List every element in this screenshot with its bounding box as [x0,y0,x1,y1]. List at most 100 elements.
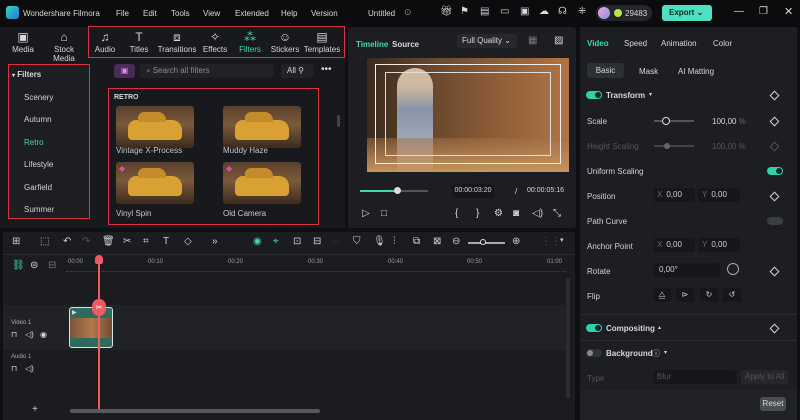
video-clip[interactable]: ▶ [69,307,113,348]
tab-speed[interactable]: Speed [624,39,647,48]
group-icon[interactable]: ⊜ [30,260,38,271]
volume-icon[interactable]: ◁) [532,208,543,219]
apps-icon[interactable]: ⁜ [578,6,586,17]
add-marker-icon[interactable]: ⊡ [293,236,301,247]
tab-stickers[interactable]: ☺ Stickers [270,30,300,54]
minimize-icon[interactable]: — [734,6,744,17]
tab-titles[interactable]: T Titles [126,30,152,54]
more-icon[interactable]: ••• [321,64,332,75]
scale-value[interactable]: 100,00 % [712,117,746,126]
uniform-scaling-toggle[interactable] [767,167,783,175]
tab-audio[interactable]: ♫ Audio [92,30,118,54]
vertical-scrollbar[interactable] [566,278,570,398]
mute-icon[interactable]: ◁) [25,364,34,373]
tab-templates[interactable]: ▤ Templates [303,30,341,54]
menu-edit[interactable]: Edit [143,9,157,18]
undo-icon[interactable]: ↶ [63,236,71,247]
mute-icon[interactable]: ◁) [25,330,34,339]
crop-icon[interactable]: ⌗ [143,236,149,247]
shape-icon[interactable]: ◇ [184,236,192,247]
menu-file[interactable]: File [116,9,129,18]
subtab-mask[interactable]: Mask [639,67,658,76]
snapshot-view-icon[interactable]: ▨ [554,35,563,46]
menu-view[interactable]: View [203,9,220,18]
tab-source[interactable]: Source [392,40,419,49]
transform-toggle[interactable] [586,91,602,99]
megaphone-icon[interactable]: ⚑ [460,6,469,17]
rotate-right-icon[interactable]: ↻ [700,288,718,302]
grid-view-icon[interactable]: ▦ [528,35,537,46]
track-manage-icon[interactable]: ⊟ [48,260,56,271]
scissors-icon[interactable]: ✂ [92,299,106,316]
close-icon[interactable]: ✕ [784,5,793,18]
caret-down-icon[interactable]: ▾ [664,349,667,356]
credits-badge[interactable]: 29483 [596,5,652,21]
rotate-input[interactable]: 0,00° [653,263,720,277]
playback-slider[interactable] [360,187,428,194]
filter-thumb-old-camera[interactable]: ◆ [223,162,301,204]
anchor-y-input[interactable]: Y 0,00 [698,238,740,252]
menu-help[interactable]: Help [281,9,297,18]
scrollbar[interactable] [337,115,340,127]
tab-color[interactable]: Color [713,39,732,48]
sidebar-item-lifestyle[interactable]: Lifestyle [24,160,53,169]
filter-thumb-muddy-haze[interactable] [223,106,301,148]
tab-video[interactable]: Video [587,39,609,48]
rotate-left-icon[interactable]: ↺ [723,288,741,302]
reset-button[interactable]: Reset [760,397,786,411]
audio-ducking-icon[interactable]: ⧉ [413,236,420,247]
caret-up-icon[interactable]: ▴ [658,324,661,331]
search-input[interactable]: ⌕ Search all filters [140,64,274,78]
compositing-header[interactable]: Compositing [606,324,655,333]
playhead[interactable] [98,256,100,411]
apply-to-all-button[interactable]: Apply to All [741,370,788,384]
more-tools-icon[interactable]: » [212,236,218,247]
playhead-handle[interactable] [95,255,103,264]
anchor-x-input[interactable]: X 0,00 [653,238,695,252]
favorites-button[interactable]: ▣ [114,64,135,78]
restore-icon[interactable]: ❐ [759,6,768,17]
horizontal-scrollbar[interactable] [70,409,320,413]
fullscreen-icon[interactable]: ⤡ [553,208,561,219]
zoom-in-icon[interactable]: ⊕ [512,236,520,247]
text-icon[interactable]: T [163,236,169,247]
cloud-icon[interactable]: ☁ [539,6,549,17]
play-icon[interactable]: ▷ [362,208,370,219]
tab-transitions[interactable]: ⧈ Transitions [157,30,197,54]
tab-animation[interactable]: Animation [661,39,697,48]
layout-icon[interactable]: ▭ [500,6,509,17]
path-curve-toggle[interactable] [767,217,783,225]
snap-icon[interactable]: ⌖ [273,236,279,247]
layout-grid-icon[interactable]: ⊞ [12,236,20,247]
position-y-input[interactable]: Y 0,00 [698,188,740,202]
sidebar-item-autumn[interactable]: Autumn [24,115,52,124]
quality-dropdown[interactable]: Full Quality ⌄ [457,34,517,48]
height-scaling-slider[interactable] [654,143,694,149]
redo-icon[interactable]: ↷ [82,236,90,247]
avatar[interactable] [598,7,610,19]
shield-icon[interactable]: ⛉ [353,236,361,247]
compositing-toggle[interactable] [586,324,602,332]
filter-thumb-vinyl-spin[interactable]: ◆ [116,162,194,204]
background-toggle[interactable] [586,349,602,357]
menu-extended[interactable]: Extended [235,9,269,18]
caret-down-icon[interactable]: ▾ [649,91,652,98]
tab-stock-media[interactable]: ⌂ Stock Media [42,30,86,63]
track-height-icon[interactable]: ⋮⋮ [541,236,561,247]
tab-filters[interactable]: ⁂ Filters [236,30,264,54]
save-icon[interactable]: ▣ [520,6,529,17]
export-button[interactable]: Export ⌄ [662,5,712,21]
tab-media[interactable]: ▣ Media [8,30,38,54]
eye-icon[interactable]: ◉ [40,330,47,339]
sidebar-item-garfield[interactable]: Garfield [24,183,52,192]
rotate-dial-icon[interactable] [727,263,739,275]
caret-down-icon[interactable]: ▾ [560,236,564,244]
lock-icon[interactable]: ⊓ [11,364,17,373]
select-icon[interactable]: ⬚ [40,236,49,247]
zoom-slider[interactable] [468,239,505,245]
scene-icon[interactable]: ⊟ [313,236,321,247]
render-icon[interactable]: ⚙ [494,208,503,219]
menu-tools[interactable]: Tools [171,9,190,18]
sidebar-item-summer[interactable]: Summer [24,205,54,214]
zoom-out-icon[interactable]: ⊖ [452,236,460,247]
